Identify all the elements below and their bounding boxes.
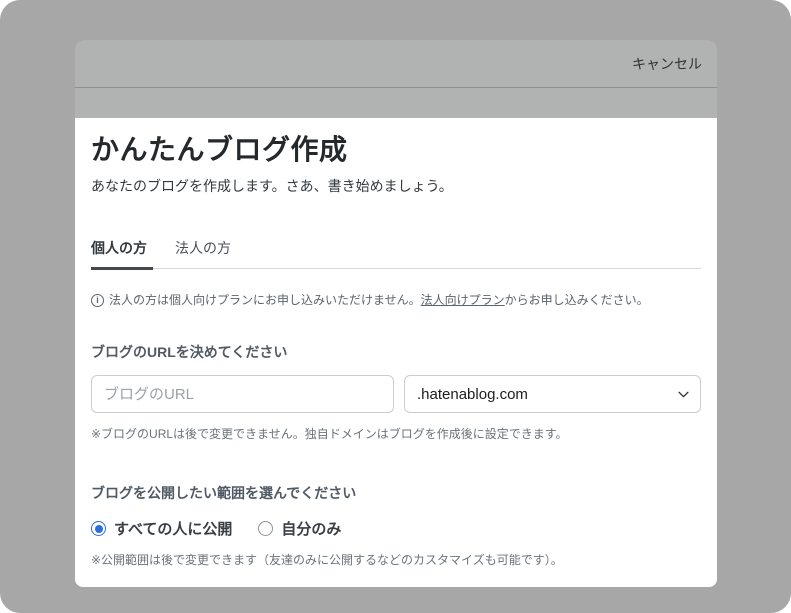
radio-option-public[interactable]: すべての人に公開: [91, 518, 232, 539]
publish-scope-label: ブログを公開したい範囲を選んでください: [91, 483, 701, 503]
radio-checked-icon: [91, 521, 106, 536]
notice-text-before-link: 法人の方は個人向けプランにお申し込みいただけません。: [109, 293, 421, 307]
publish-scope-radio-group: すべての人に公開 自分のみ: [91, 518, 701, 539]
domain-select-value: .hatenablog.com: [417, 386, 528, 403]
app-background: キャンセル かんたんブログ作成 あなたのブログを作成します。さあ、書き始めましょ…: [0, 0, 791, 613]
radio-option-private[interactable]: 自分のみ: [258, 518, 341, 539]
page-subtitle: あなたのブログを作成します。さあ、書き始めましょう。: [91, 176, 701, 196]
domain-select[interactable]: .hatenablog.com: [404, 375, 701, 413]
notice-text-after-link: からお申し込みください。: [505, 293, 649, 307]
blog-creation-modal: キャンセル かんたんブログ作成 あなたのブログを作成します。さあ、書き始めましょ…: [75, 40, 717, 587]
publish-scope-note: ※公開範囲は後で変更できます（友達のみに公開するなどのカスタマイズも可能です）。: [91, 553, 701, 568]
blog-url-input[interactable]: [91, 375, 394, 413]
chevron-down-icon: [678, 391, 689, 398]
account-type-tabs: 個人の方 法人の方: [91, 238, 701, 269]
tab-corporate[interactable]: 法人の方: [175, 238, 237, 270]
radio-unchecked-icon: [258, 521, 273, 536]
notice-text: 法人の方は個人向けプランにお申し込みいただけません。法人向けプランからお申し込み…: [109, 292, 649, 308]
modal-subheader-strip: [75, 88, 717, 118]
cancel-button[interactable]: キャンセル: [632, 54, 702, 74]
modal-header: キャンセル: [75, 40, 717, 88]
corporate-plan-notice: i 法人の方は個人向けプランにお申し込みいただけません。法人向けプランからお申し…: [91, 292, 701, 308]
radio-option-private-label: 自分のみ: [281, 518, 341, 539]
info-icon: i: [91, 294, 104, 307]
blog-url-note: ※ブログのURLは後で変更できません。独自ドメインはブログを作成後に設定できます…: [91, 427, 701, 442]
page-title: かんたんブログ作成: [91, 132, 701, 168]
corporate-plan-link[interactable]: 法人向けプラン: [421, 293, 505, 307]
blog-url-label: ブログのURLを決めてください: [91, 342, 701, 362]
tab-personal[interactable]: 個人の方: [91, 238, 153, 270]
creation-form-panel: かんたんブログ作成 あなたのブログを作成します。さあ、書き始めましょう。 個人の…: [75, 118, 717, 587]
radio-option-public-label: すべての人に公開: [114, 518, 232, 539]
blog-url-row: .hatenablog.com: [91, 375, 701, 413]
